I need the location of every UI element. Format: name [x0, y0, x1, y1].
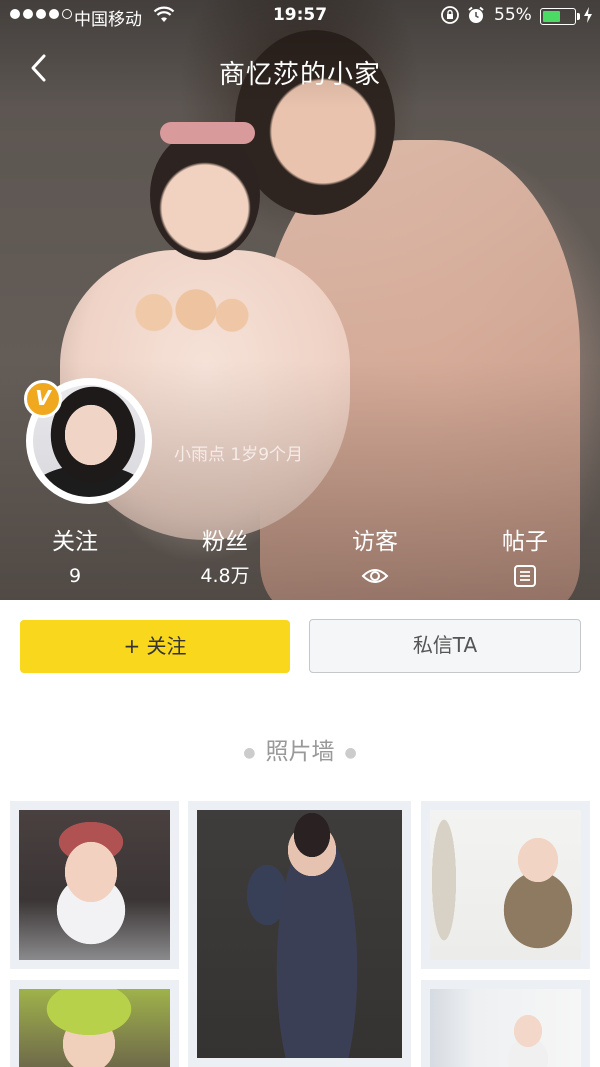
photo-image [19, 810, 170, 960]
photo-card[interactable] [10, 980, 179, 1067]
page-title: 商忆莎的小家 [218, 60, 381, 90]
photo-image [197, 810, 402, 1058]
stat-visitors[interactable]: 访客 [325, 526, 425, 594]
eye-icon [325, 558, 425, 594]
battery-tip [577, 13, 580, 20]
stat-label: 帖子 [502, 529, 548, 555]
follow-button[interactable]: + 关注 [20, 620, 290, 673]
stat-label: 关注 [52, 529, 98, 555]
rotation-lock-icon [440, 5, 460, 30]
private-message-button[interactable]: 私信TA [309, 619, 581, 673]
stat-value: 9 [68, 565, 82, 587]
stat-label: 粉丝 [202, 529, 248, 555]
photo-card[interactable] [421, 980, 590, 1067]
profile-cover: 中国移动 19:57 55% 商忆莎的小家 V 小雨点 1岁9个月 关注 9 粉… [0, 0, 600, 600]
baby-info: 小雨点 1岁9个月 [174, 445, 304, 465]
alarm-icon [466, 5, 486, 30]
battery-icon [540, 8, 576, 25]
stat-value: 4.8万 [200, 565, 250, 587]
stat-label: 访客 [352, 529, 398, 555]
photo-image [19, 989, 170, 1067]
stat-following[interactable]: 关注 9 [25, 526, 125, 594]
photo-wall-heading: ● 照片墙 ● [0, 732, 600, 766]
photo-card[interactable] [10, 801, 179, 969]
photo-wall-title: 照片墙 [265, 739, 335, 765]
divider-dot: ● [243, 744, 256, 761]
stat-posts[interactable]: 帖子 [475, 526, 575, 594]
photo-card[interactable] [421, 801, 590, 969]
divider-dot: ● [344, 744, 357, 761]
charging-icon [583, 6, 593, 28]
status-bar: 中国移动 19:57 55% [0, 0, 600, 34]
battery-percent: 55% [494, 5, 532, 25]
list-icon [475, 558, 575, 594]
vip-badge-icon: V [24, 380, 62, 418]
stat-fans[interactable]: 粉丝 4.8万 [175, 526, 275, 594]
photo-image [430, 810, 581, 960]
photo-card[interactable] [188, 801, 411, 1067]
photo-image [430, 989, 581, 1067]
